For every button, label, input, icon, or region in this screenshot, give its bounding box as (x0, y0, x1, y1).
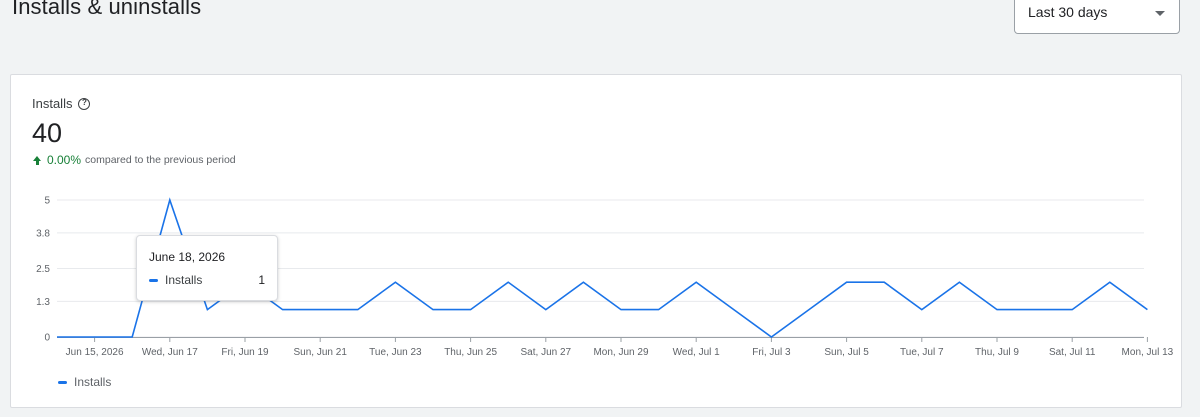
tooltip-date: June 18, 2026 (149, 250, 226, 264)
x-tick-label: Tue, Jul 7 (900, 347, 944, 358)
y-tick-label: 5 (44, 196, 50, 207)
x-tick-label: Fri, Jul 3 (752, 347, 791, 358)
x-tick-label: Sat, Jun 27 (521, 347, 572, 358)
tooltip-value: 1 (258, 273, 265, 287)
x-tick-label: Sat, Jul 11 (1049, 347, 1096, 358)
tooltip-series: Installs (165, 273, 203, 287)
x-tick-label: Wed, Jun 17 (142, 347, 198, 358)
y-tick-label: 2.5 (36, 264, 50, 275)
x-tick-label: Sun, Jun 21 (294, 347, 348, 358)
date-range-select[interactable]: Last 30 days (1014, 0, 1180, 34)
x-tick-label: Tue, Jun 23 (369, 347, 422, 358)
x-tick-label: Fri, Jun 19 (221, 347, 269, 358)
x-tick-label: Mon, Jun 29 (593, 347, 648, 358)
y-tick-label: 3.8 (36, 228, 50, 239)
tooltip-row: Installs 1 (149, 273, 265, 287)
tooltip-swatch-icon (149, 278, 158, 282)
x-tick-label: Wed, Jul 1 (673, 347, 720, 358)
y-tick-label: 0 (44, 333, 50, 344)
page-title: Installs & uninstalls (12, 0, 202, 19)
chart-tooltip: June 18, 2026 Installs 1 (136, 235, 278, 301)
x-tick-label: Mon, Jul 13 (1122, 347, 1174, 358)
x-tick-label: Thu, Jun 25 (444, 347, 497, 358)
legend-label: Installs (74, 375, 112, 389)
x-tick-label: Jun 15, 2026 (66, 347, 124, 358)
installs-line-chart[interactable]: 0 1.3 2.5 3.8 5 Jun 15, 2026 Wed, Jun 17 Fri, J… (11, 75, 1181, 375)
x-tick-label: Sun, Jul 5 (824, 347, 869, 358)
legend-swatch-icon (58, 380, 67, 384)
x-tick-label: Thu, Jul 9 (975, 347, 1019, 358)
installs-card: Installs 40 0.00% compared to the previo… (10, 74, 1182, 408)
chart-legend[interactable]: Installs (58, 375, 111, 389)
y-tick-label: 1.3 (36, 297, 50, 308)
dropdown-arrow-icon (1155, 11, 1165, 16)
date-range-label: Last 30 days (1028, 4, 1108, 20)
